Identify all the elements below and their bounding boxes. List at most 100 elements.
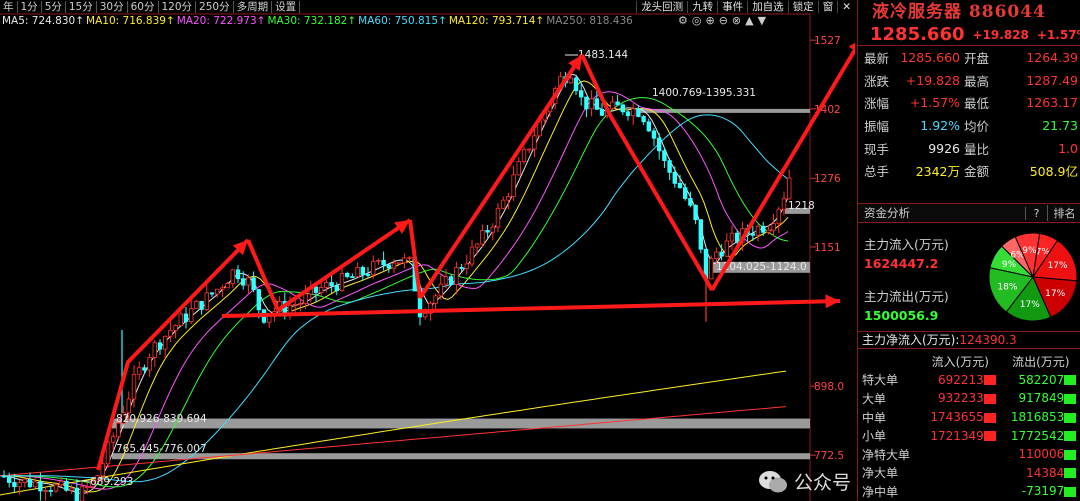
rank-tab[interactable]: 排名 bbox=[1047, 205, 1080, 221]
tool-button[interactable]: 九转 bbox=[687, 0, 717, 13]
flow-out: 1816853 bbox=[1010, 410, 1065, 425]
quote-value: 1287.49 bbox=[1026, 72, 1078, 88]
trend-arrow bbox=[221, 299, 841, 318]
candle-body bbox=[43, 490, 48, 492]
down-icon[interactable]: ▼ bbox=[758, 14, 766, 27]
net-inflow-label: 主力净流入(万元): bbox=[862, 333, 960, 347]
candle-body bbox=[214, 288, 220, 295]
ma-value: MA250: 818.436 bbox=[546, 15, 633, 27]
candle-body bbox=[495, 207, 501, 228]
flow-out: 582207 bbox=[1018, 372, 1065, 387]
settings-icon[interactable]: ⚙ bbox=[678, 14, 688, 27]
up-icon[interactable]: ▲ bbox=[745, 14, 753, 27]
candle-body bbox=[142, 367, 147, 371]
tool-button[interactable]: 事件 bbox=[717, 0, 747, 13]
tool-button[interactable]: 加自选 bbox=[747, 0, 788, 13]
candle-body bbox=[287, 304, 293, 314]
price-annotation: 1400.769-1395.331 bbox=[652, 87, 756, 99]
candle-body bbox=[683, 187, 688, 199]
last-price: 1285.660 bbox=[870, 24, 965, 45]
ma-value: MA20: 722.973↑ bbox=[176, 15, 266, 27]
support-band bbox=[112, 418, 810, 429]
candlestick-chart[interactable]: 1527140212761151898.0772.51483.1441400.7… bbox=[0, 0, 855, 501]
wechat-icon bbox=[759, 470, 787, 492]
price-change: +19.828 bbox=[972, 27, 1029, 42]
candle-body bbox=[298, 303, 303, 306]
flow-in bbox=[920, 464, 984, 483]
quote-value: 508.9亿 bbox=[1029, 164, 1078, 180]
candle-body bbox=[761, 225, 766, 233]
trend-arrow-head bbox=[825, 294, 840, 309]
inflow-header: 流入(万元) bbox=[931, 354, 989, 369]
candle-body bbox=[334, 285, 339, 292]
minus-icon[interactable]: ⊖ bbox=[719, 14, 728, 27]
flow-in: 932233 bbox=[938, 391, 984, 406]
candle-body bbox=[459, 267, 464, 269]
quote-value: 1264.39 bbox=[1026, 49, 1078, 65]
quote-value: 1.92% bbox=[920, 117, 960, 133]
candle-body bbox=[204, 292, 209, 310]
candle-body bbox=[22, 478, 27, 484]
candle-body bbox=[755, 225, 761, 236]
pie-label: 17% bbox=[1045, 289, 1065, 299]
candle-body bbox=[376, 259, 381, 262]
candle-body bbox=[781, 198, 787, 210]
candle-body bbox=[474, 243, 480, 248]
candle-body bbox=[402, 257, 407, 264]
tool-button[interactable]: ✕ bbox=[837, 0, 855, 13]
candle-body bbox=[662, 150, 667, 162]
candle-body bbox=[188, 308, 194, 323]
help-button[interactable]: ? bbox=[1025, 206, 1047, 220]
candle-body bbox=[448, 276, 454, 285]
quote-label: 均价 bbox=[964, 118, 990, 134]
candle-body bbox=[74, 487, 79, 501]
candle-body bbox=[615, 101, 620, 106]
tool-button[interactable]: 锁定 bbox=[787, 0, 818, 13]
candle-body bbox=[199, 300, 204, 310]
candle-body bbox=[667, 160, 672, 173]
expand-icon[interactable]: ⊕ bbox=[705, 14, 714, 27]
candle-body bbox=[454, 267, 459, 285]
candle-body bbox=[787, 177, 792, 200]
close-icon[interactable]: ⊗ bbox=[732, 14, 741, 27]
ma-value: MA60: 750.815↑ bbox=[358, 15, 447, 27]
candle-body bbox=[324, 282, 329, 288]
candle-body bbox=[360, 266, 365, 275]
candle-body bbox=[693, 204, 698, 221]
candle-body bbox=[407, 256, 412, 259]
candle-body bbox=[209, 292, 215, 295]
candle-body bbox=[157, 342, 163, 350]
candle-body bbox=[230, 269, 235, 285]
pin-icon[interactable]: ◎ bbox=[692, 14, 702, 27]
quote-label: 总手 bbox=[864, 164, 890, 180]
flow-out: 1772542 bbox=[1010, 428, 1065, 443]
flow-row: 特大单 692213 582207 bbox=[858, 371, 1080, 390]
price-annotation: 820.926-839.694 bbox=[116, 413, 207, 425]
candle-body bbox=[178, 313, 183, 326]
candle-body bbox=[657, 137, 662, 152]
candle-body bbox=[698, 219, 703, 250]
ma-legend: MA5: 724.830↑ MA10: 716.839↑ MA20: 722.973… bbox=[2, 15, 633, 29]
price-annotation: 765.445-776.007 bbox=[116, 443, 207, 455]
candle-body bbox=[610, 101, 615, 110]
flow-row: 净中单 -73197 bbox=[858, 482, 1080, 501]
quote-label: 振幅 bbox=[864, 118, 890, 134]
candle-body bbox=[27, 478, 33, 488]
flow-name: 大单 bbox=[862, 391, 887, 406]
candle-body bbox=[111, 436, 116, 443]
candle-body bbox=[251, 277, 256, 290]
candle-body bbox=[584, 96, 589, 110]
tool-button[interactable]: 龙头回测 bbox=[636, 0, 687, 13]
fund-analysis-title: 资金分析 bbox=[864, 206, 910, 220]
candle-body bbox=[1, 475, 7, 478]
flow-table: 流入(万元) 流出(万元) 特大单 692213 582207 大单 932233 91784… bbox=[858, 352, 1080, 501]
candle-body bbox=[53, 484, 59, 492]
flow-out: 110006 bbox=[1018, 447, 1065, 462]
ma-value: MA30: 732.182↑ bbox=[267, 15, 357, 27]
candle-body bbox=[771, 223, 776, 231]
candle-body bbox=[168, 329, 173, 337]
candle-body bbox=[7, 476, 12, 483]
candle-body bbox=[48, 490, 53, 492]
candle-body bbox=[85, 486, 90, 489]
tool-button[interactable]: 窗 bbox=[817, 0, 838, 13]
